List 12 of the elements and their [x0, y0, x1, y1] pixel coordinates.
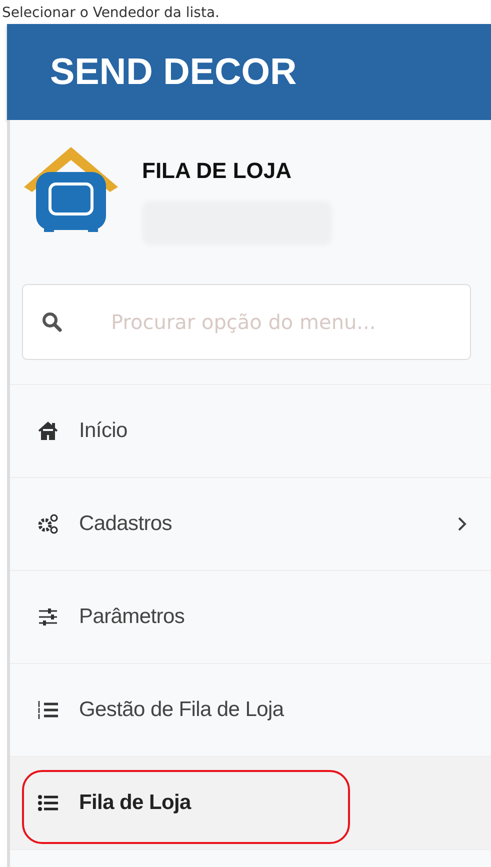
menu-item[interactable]: Parâmetros: [10, 571, 491, 664]
menu-item[interactable]: Início: [10, 385, 491, 478]
menu-item[interactable]: Fila de Loja: [10, 757, 491, 850]
search-field[interactable]: Procurar opção do menu...: [22, 284, 471, 360]
sliders-icon: [37, 606, 59, 628]
home-icon: [37, 420, 59, 442]
menu-item[interactable]: Cadastros: [10, 478, 491, 571]
caption-text: Selecionar o Vendedor da lista.: [2, 4, 220, 22]
list-icon: [37, 792, 59, 814]
profile-name: FILA DE LOJA: [142, 157, 293, 185]
app-title: SEND DECOR: [50, 50, 297, 94]
numbered-list-icon: [37, 699, 59, 721]
